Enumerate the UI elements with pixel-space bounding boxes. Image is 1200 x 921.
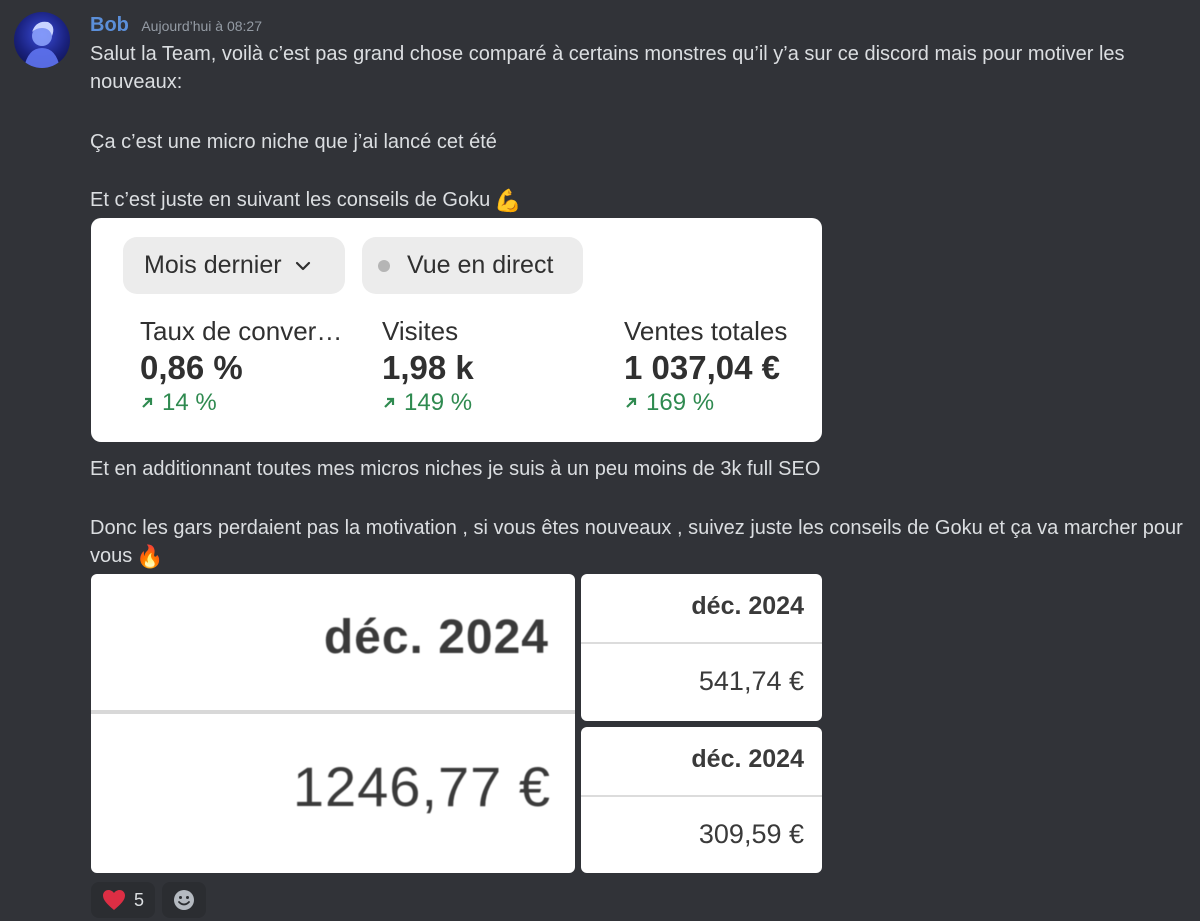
metric-change-value: 149 % [404, 389, 473, 416]
metric-total-sales: Ventes totales 1 037,04 € 169 % [624, 316, 787, 417]
metric-value: 1 037,04 € [624, 349, 780, 386]
timestamp: Aujourd’hui à 08:27 [141, 18, 262, 34]
divider [581, 642, 822, 644]
message-text-intro: Salut la Team, voilà c’est pas grand cho… [90, 43, 1125, 93]
attachment-amount: 541,74 € [698, 666, 804, 696]
attachment-amount: 309,59 € [698, 819, 804, 849]
metric-change: 169 % [624, 389, 787, 417]
message-text-goku: Et c’est juste en suivant les conseils d… [90, 186, 1185, 215]
closing-text: Donc les gars perdaient pas la motivatio… [90, 517, 1183, 567]
divider [581, 795, 822, 797]
message-text-niche: Ça c’est une micro niche que j’ai lancé … [90, 131, 497, 153]
arrow-up-right-icon [626, 397, 637, 408]
attachment-image-1[interactable]: déc. 2024 1246,77 € [91, 574, 575, 873]
attachment-date: déc. 2024 [691, 592, 804, 620]
arrow-up-right-icon [142, 397, 153, 408]
metric-conversion: Taux de conver… 0,86 % 14 % [140, 316, 342, 417]
live-view-button[interactable]: Vue en direct [362, 237, 583, 294]
fire-emoji-icon: 🔥 [136, 544, 164, 569]
attachment-image-2[interactable]: déc. 2024 541,74 € [581, 574, 822, 721]
message-text-total: Et en additionnant toutes mes micros nic… [90, 458, 821, 480]
reaction-count: 5 [133, 889, 144, 910]
metric-change: 149 % [382, 389, 474, 417]
attachment-date: déc. 2024 [323, 611, 549, 664]
analytics-screenshot[interactable]: Mois dernier Vue en direct Taux de conve… [91, 218, 822, 442]
heart-icon [102, 890, 125, 910]
divider [91, 710, 575, 714]
attachment-image-3[interactable]: déc. 2024 309,59 € [581, 727, 822, 873]
attachment-amount: 1246,77 € [292, 755, 551, 818]
live-view-label: Vue en direct [407, 251, 554, 279]
message-text-closing: Donc les gars perdaient pas la motivatio… [90, 514, 1185, 571]
metric-value: 1,98 k [382, 349, 474, 386]
metric-label: Taux de conver… [140, 316, 343, 346]
metric-change: 14 % [140, 389, 342, 417]
metric-change-value: 14 % [162, 389, 217, 416]
metric-value: 0,86 % [140, 349, 243, 386]
metric-change-value: 169 % [646, 389, 715, 416]
arrow-up-right-icon [384, 397, 395, 408]
flexed-biceps-emoji-icon: 💪 [494, 188, 522, 213]
reaction-heart[interactable]: 5 [91, 882, 155, 918]
chevron-down-icon [295, 261, 310, 270]
avatar[interactable] [14, 12, 70, 68]
metric-label: Ventes totales [624, 316, 788, 346]
attachment-date: déc. 2024 [691, 745, 804, 773]
smiley-add-reaction-icon [174, 890, 194, 910]
username[interactable]: Bob [90, 14, 129, 36]
period-selector[interactable]: Mois dernier [123, 237, 345, 294]
metric-visits: Visites 1,98 k 149 % [382, 316, 474, 417]
metric-label: Visites [382, 316, 459, 346]
goku-text: Et c’est juste en suivant les conseils d… [90, 189, 491, 211]
live-status-dot-icon [378, 259, 390, 272]
message-header: Bob Aujourd’hui à 08:27 [90, 14, 262, 37]
period-selector-label: Mois dernier [144, 251, 282, 279]
add-reaction-button[interactable] [162, 882, 206, 918]
